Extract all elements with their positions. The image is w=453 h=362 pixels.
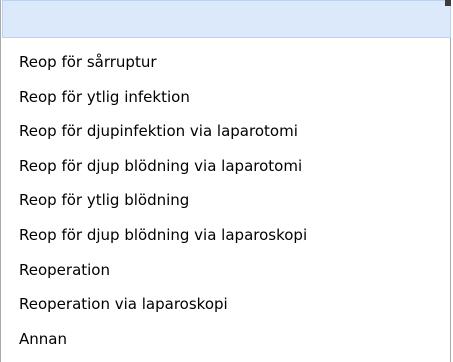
- option-annan[interactable]: Annan: [1, 322, 452, 357]
- options-list: Reop för sårruptur Reop för ytlig infekt…: [1, 45, 452, 356]
- option-reop-djup-blodning-laparotomi[interactable]: Reop för djup blödning via laparotomi: [1, 149, 452, 184]
- option-reoperation[interactable]: Reoperation: [1, 253, 452, 288]
- dropdown-corner-mark: [445, 0, 451, 6]
- option-reoperation-laparoskopi[interactable]: Reoperation via laparoskopi: [1, 287, 452, 322]
- option-reop-sarruptur[interactable]: Reop för sårruptur: [1, 45, 452, 80]
- selected-option-row[interactable]: [2, 0, 451, 38]
- dropdown-list-panel: Reop för sårruptur Reop för ytlig infekt…: [0, 0, 451, 362]
- option-reop-djupinfektion-laparotomi[interactable]: Reop för djupinfektion via laparotomi: [1, 114, 452, 149]
- option-reop-ytlig-blodning[interactable]: Reop för ytlig blödning: [1, 183, 452, 218]
- option-reop-ytlig-infektion[interactable]: Reop för ytlig infektion: [1, 80, 452, 115]
- option-reop-djup-blodning-laparoskopi[interactable]: Reop för djup blödning via laparoskopi: [1, 218, 452, 253]
